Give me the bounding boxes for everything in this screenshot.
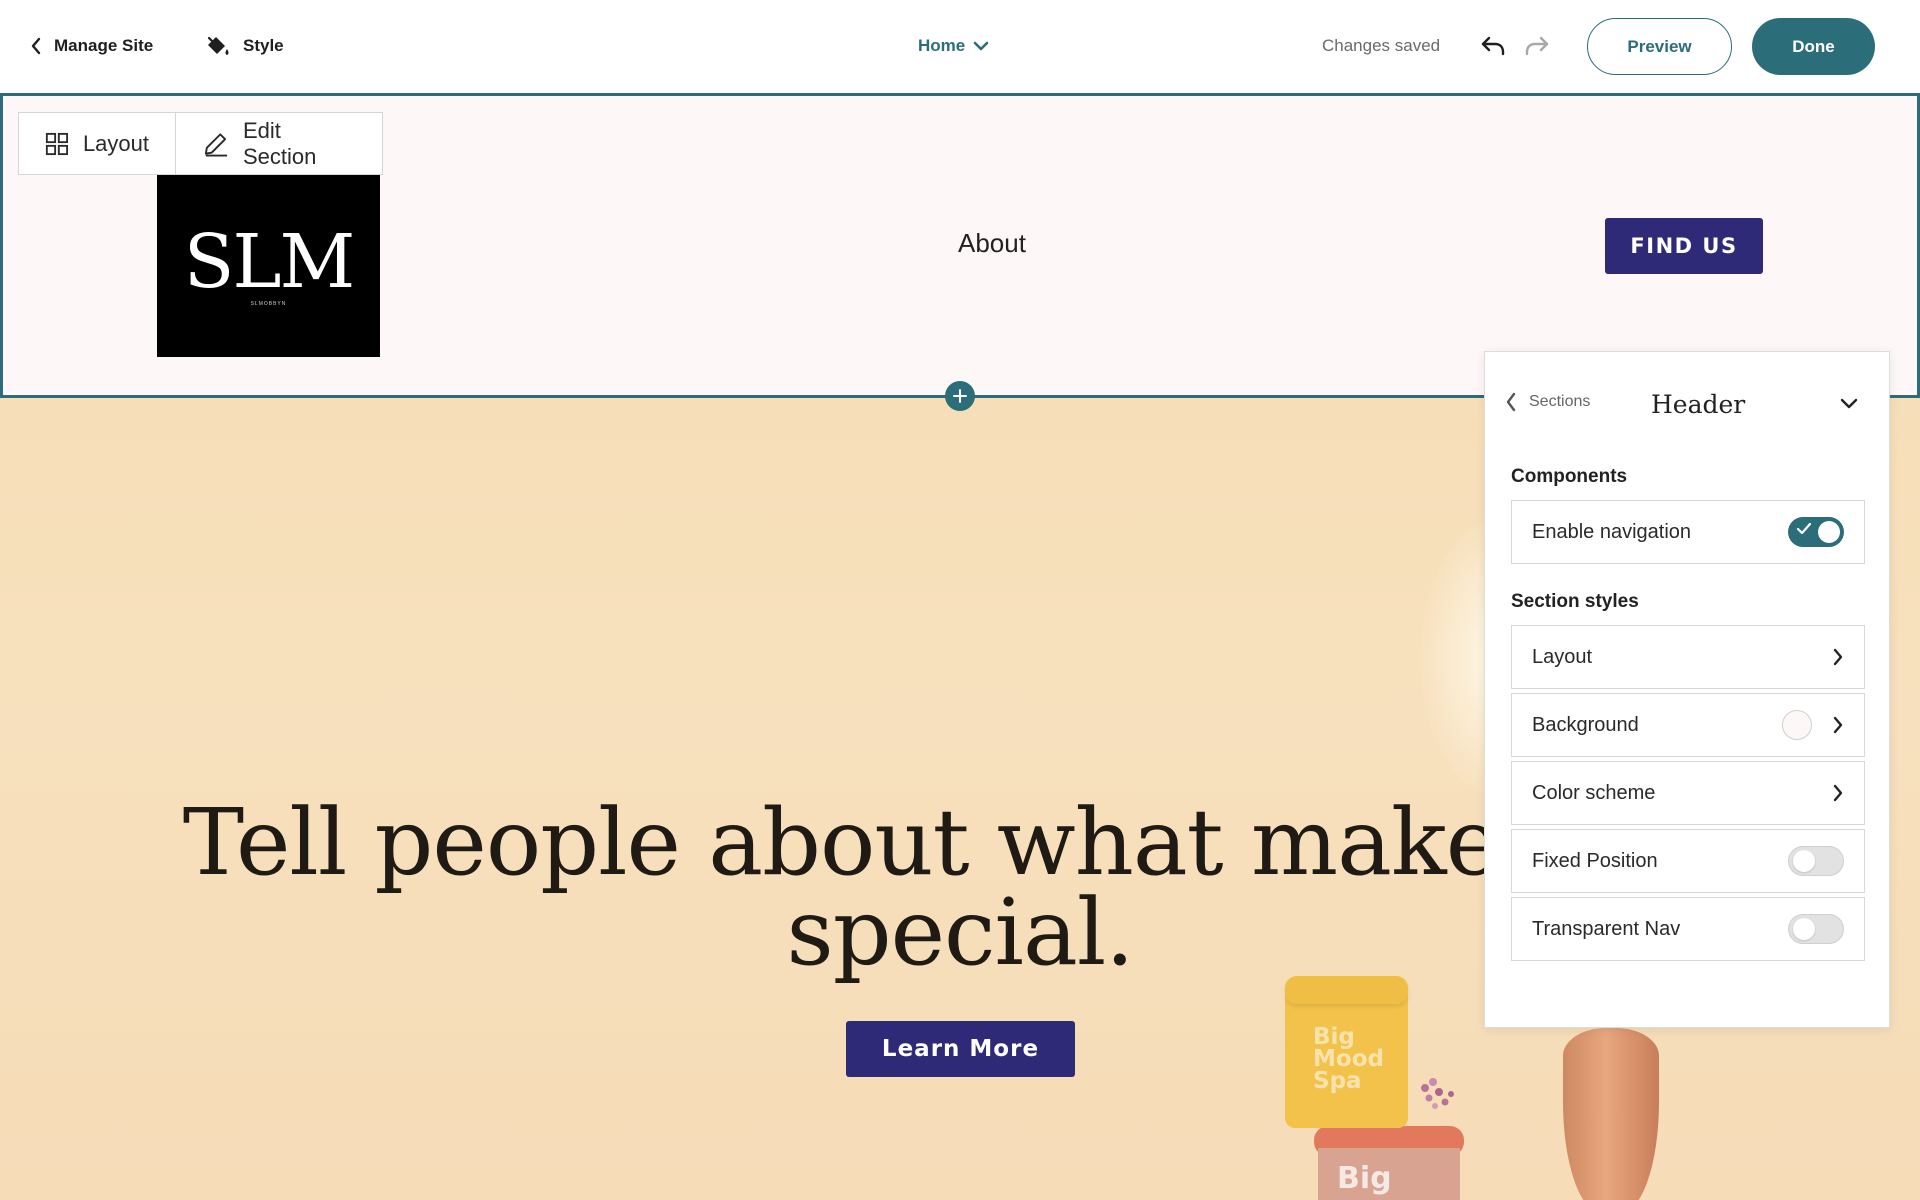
chevron-right-icon	[1833, 716, 1843, 734]
add-section-button[interactable]	[945, 381, 975, 411]
section-settings-panel: Sections Header Components Enable naviga…	[1484, 351, 1890, 1028]
fixed-position-toggle[interactable]	[1788, 846, 1844, 876]
style-label: Style	[243, 36, 284, 55]
jar-label: Big Mood Spa	[1313, 1024, 1384, 1094]
style-button[interactable]: Style	[205, 33, 284, 59]
site-logo[interactable]: SLM SLMOBBYN	[157, 175, 380, 357]
panel-header: Sections Header	[1485, 352, 1889, 447]
enable-navigation-label: Enable navigation	[1532, 520, 1692, 543]
done-button[interactable]: Done	[1752, 18, 1875, 75]
toggle-knob	[1818, 521, 1840, 543]
nav-link-about[interactable]: About	[958, 228, 1026, 259]
find-us-button[interactable]: FIND US	[1605, 218, 1763, 274]
chevron-left-icon	[1506, 392, 1516, 412]
section-toolbar: Layout Edit Section	[18, 112, 383, 175]
fixed-position-row[interactable]: Fixed Position	[1511, 829, 1865, 893]
back-to-sections-button[interactable]: Sections	[1505, 392, 1590, 412]
edit-section-label: Edit Section	[242, 117, 317, 169]
chevron-down-icon	[1840, 398, 1858, 409]
jar-lid-image	[1285, 976, 1408, 1004]
flowers-image	[1421, 1078, 1454, 1109]
undo-button[interactable]	[1478, 31, 1508, 61]
background-row-label: Background	[1532, 713, 1639, 736]
check-icon	[1797, 523, 1811, 535]
section-styles-heading: Section styles	[1511, 591, 1639, 612]
page-selector[interactable]: Home	[918, 36, 989, 56]
grid-layout-icon	[45, 132, 69, 155]
layout-row-label: Layout	[1532, 645, 1593, 668]
logo-subtext: SLMOBBYN	[250, 301, 287, 307]
editor-toolbar: Manage Site Style Home Changes saved Pre…	[0, 0, 1920, 93]
manage-site-label: Manage Site	[54, 36, 154, 55]
chevron-right-icon	[1833, 648, 1843, 666]
plus-icon	[953, 389, 967, 403]
transparent-nav-toggle[interactable]	[1788, 914, 1844, 944]
enable-navigation-row[interactable]: Enable navigation	[1511, 500, 1865, 564]
vase-image	[1563, 1028, 1659, 1200]
panel-collapse-button[interactable]	[1840, 396, 1858, 414]
section-layout-label: Layout	[82, 130, 149, 156]
transparent-nav-row[interactable]: Transparent Nav	[1511, 897, 1865, 961]
transparent-nav-label: Transparent Nav	[1532, 917, 1681, 940]
chevron-down-icon	[973, 41, 989, 51]
back-label: Sections	[1529, 393, 1591, 410]
logo-text: SLM	[183, 219, 356, 305]
fixed-position-label: Fixed Position	[1532, 849, 1658, 872]
components-heading: Components	[1511, 466, 1628, 487]
learn-more-button[interactable]: Learn More	[846, 1021, 1075, 1077]
edit-section-button[interactable]: Edit Section	[176, 113, 382, 174]
background-row[interactable]: Background	[1511, 693, 1865, 757]
chevron-right-icon	[1833, 784, 1843, 802]
save-status: Changes saved	[1322, 36, 1441, 55]
background-color-swatch[interactable]	[1782, 710, 1812, 740]
panel-title: Header	[1651, 390, 1746, 419]
undo-icon	[1481, 36, 1505, 56]
manage-site-button[interactable]: Manage Site	[30, 36, 153, 56]
layout-row[interactable]: Layout	[1511, 625, 1865, 689]
section-layout-button[interactable]: Layout	[19, 113, 176, 174]
toggle-knob	[1793, 918, 1815, 940]
jar-label: Big	[1337, 1161, 1392, 1196]
enable-navigation-toggle[interactable]	[1788, 517, 1844, 547]
color-scheme-row-label: Color scheme	[1532, 781, 1656, 804]
paint-bucket-icon	[207, 36, 229, 55]
toggle-knob	[1793, 850, 1815, 872]
page-selector-label: Home	[918, 36, 966, 55]
redo-icon	[1525, 36, 1549, 56]
redo-button[interactable]	[1522, 31, 1552, 61]
pencil-icon	[204, 132, 228, 157]
color-scheme-row[interactable]: Color scheme	[1511, 761, 1865, 825]
preview-button[interactable]: Preview	[1587, 18, 1732, 75]
chevron-left-icon	[31, 37, 41, 55]
